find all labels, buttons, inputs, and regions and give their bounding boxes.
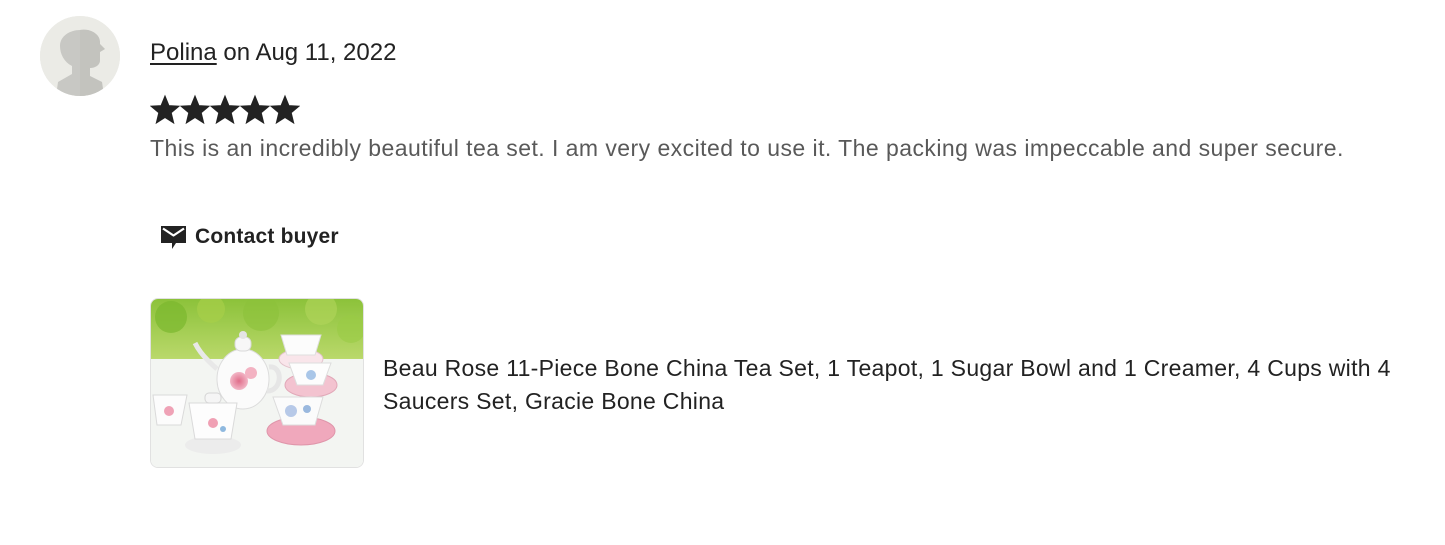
envelope-message-icon [161,226,186,249]
contact-buyer-button[interactable]: Contact buyer [160,220,339,254]
avatar[interactable] [40,16,120,96]
product-title-link[interactable]: Beau Rose 11-Piece Bone China Tea Set, 1… [383,352,1423,418]
product-image [151,299,363,467]
review-text: This is an incredibly beautiful tea set.… [150,135,1344,161]
date-prefix: on [223,39,251,66]
star-filled-icon [240,94,270,125]
review-date: Aug 11, 2022 [255,39,397,66]
contact-buyer-label: Contact buyer [195,225,339,248]
star-filled-icon [210,94,240,125]
review-card: Polina on Aug 11, 2022 This is an incred… [0,0,1445,545]
star-filled-icon [150,94,180,125]
star-rating [150,94,300,126]
star-filled-icon [180,94,210,125]
product-thumbnail[interactable] [150,298,364,468]
star-filled-icon [270,94,300,125]
author-link[interactable]: Polina [150,39,217,66]
user-silhouette-icon [40,16,120,96]
review-byline: Polina on Aug 11, 2022 [150,38,396,68]
